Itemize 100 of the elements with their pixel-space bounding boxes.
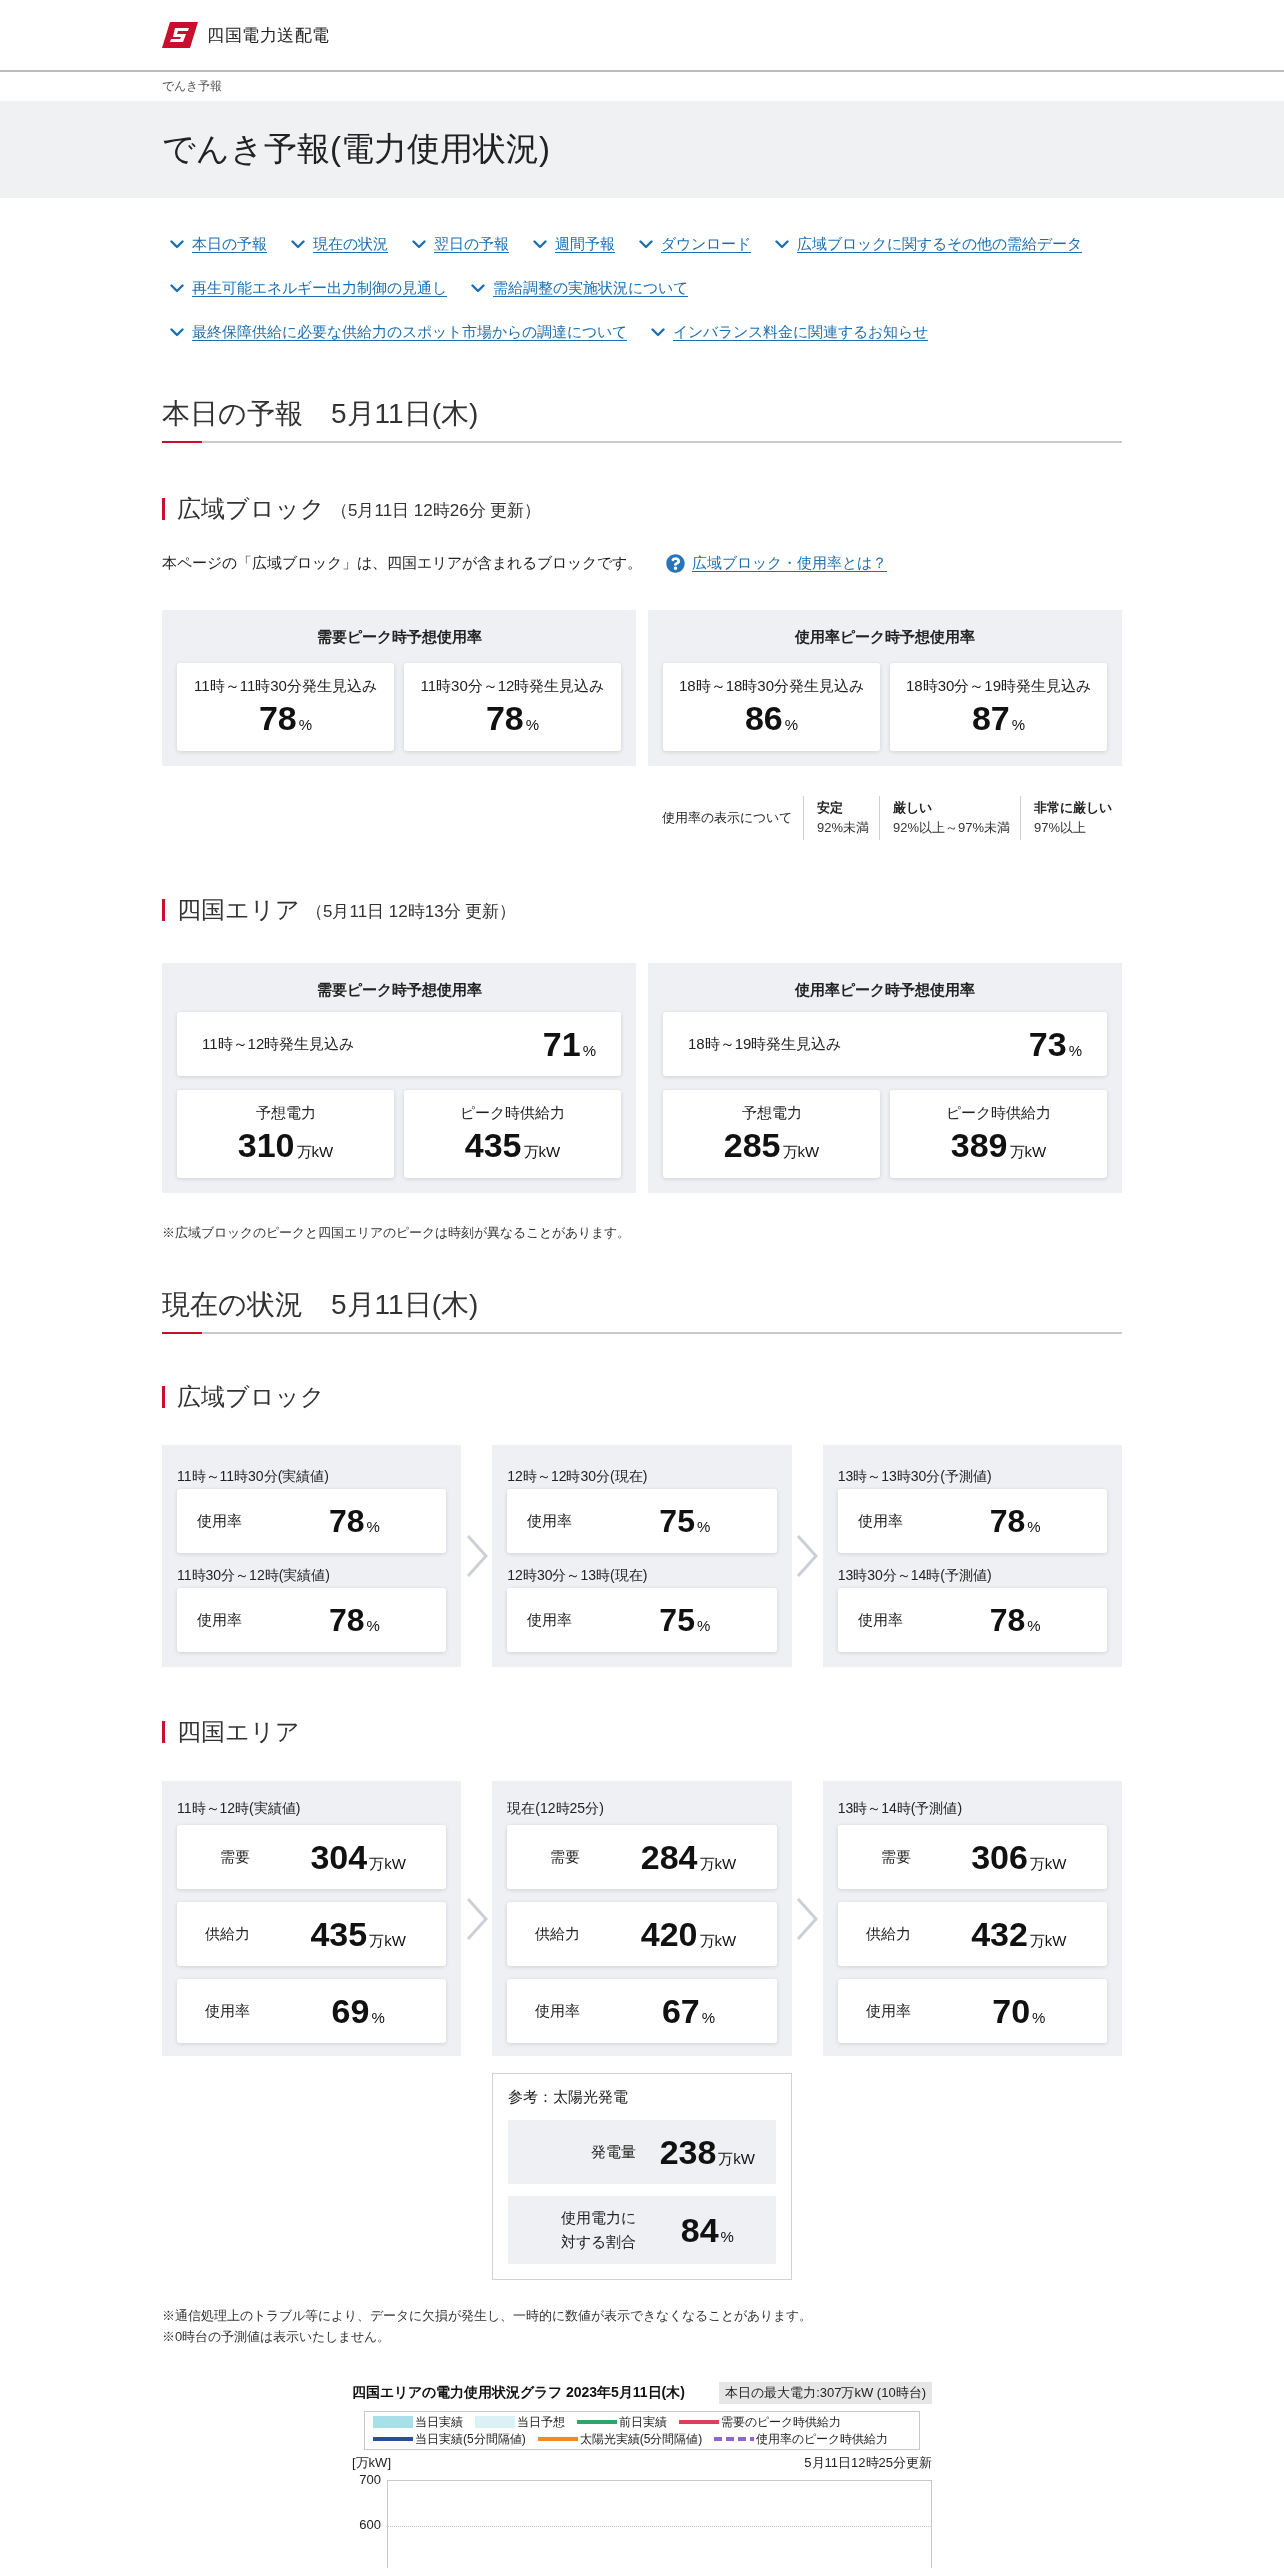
card-label: 供給力 [865,1924,911,1944]
subsection-title: 四国エリア [177,895,300,925]
card-label: 使用率 [197,1610,243,1630]
heading-accent-bar [162,899,165,921]
card-label: ピーク時供給力 [946,1103,1051,1123]
legend-label: 当日実績(5分間隔値) [415,2431,526,2447]
level-name: 厳しい [892,799,933,817]
section-title: 現在の状況 5月11日(木) [162,1285,1122,1334]
subsection-title: 広域ブロック [177,1382,325,1412]
metric-value: 69% [331,1990,385,2032]
anchor-link[interactable]: 需給調整の実施状況について [471,277,688,299]
card-label: 18時30分～19時発生見込み [905,676,1092,696]
logo-text[interactable]: 四国電力送配電 [207,23,330,47]
anchor-link[interactable]: 週間予報 [533,233,615,255]
legend-label: 前日実績 [619,2414,667,2430]
card-label: 予想電力 [741,1103,802,1123]
help-icon [666,553,685,573]
panel-title: 使用率ピーク時予想使用率 [795,627,975,647]
anchor-link[interactable]: 再生可能エネルギー出力制御の見通し [170,277,447,299]
level-range: 97%以上 [1034,819,1088,837]
card-label: 予想電力 [255,1103,316,1123]
period-label: 11時30分～12時(実績値) [177,1566,330,1585]
metric-value: 306万kW [971,1836,1067,1878]
metric-value: 238万kW [659,2131,756,2173]
anchor-link[interactable]: 翌日の予報 [412,233,509,255]
level-name: 安定 [816,799,844,817]
update-time: （5月11日 12時26分 更新） [331,499,542,522]
card-label: 発電量 [591,2142,637,2162]
update-time: （5月11日 12時13分 更新） [306,900,517,923]
metric-value: 87% [971,698,1026,739]
subsection-title: 広域ブロック [177,494,325,524]
anchor-link[interactable]: 広域ブロックに関するその他の需給データ [775,233,1082,255]
footnote: ※広域ブロックのピークと四国エリアのピークは時刻が異なることがあります。 [162,1224,630,1242]
card-label: 11時30分～12時発生見込み [420,676,605,696]
card-label: 供給力 [535,1924,581,1944]
card-label: 使用率 [205,2001,250,2021]
metric-value: 435万kW [464,1125,561,1166]
metric-value: 435万kW [310,1913,406,1955]
anchor-link[interactable]: ダウンロード [639,233,751,255]
card-label: 使用率 [197,1511,243,1531]
metric-value: 304万kW [310,1836,406,1878]
chevron-down-icon [639,239,653,249]
card-label: 11時～11時30分発生見込み [194,676,377,696]
heading-accent-bar [162,1386,165,1408]
metric-value: 73% [1028,1023,1082,1065]
metric-value: 78% [329,1600,381,1640]
metric-value: 75% [659,1600,712,1640]
period-label: 12時～12時30分(現在) [507,1467,648,1486]
card-label: 需要 [880,1847,911,1867]
metric-value: 84% [680,2209,734,2251]
level-name: 非常に厳しい [1034,799,1112,817]
chevron-right-icon [465,1896,488,1941]
metric-value: 78% [989,1600,1042,1640]
chevron-right-icon [796,1896,819,1941]
section-title: 本日の予報 5月11日(木) [162,394,1122,443]
legend-label: 当日実績 [415,2414,463,2430]
metric-value: 70% [992,1990,1046,2032]
metric-value: 78% [485,698,540,739]
card-label: ピーク時供給力 [460,1103,565,1123]
chevron-down-icon [291,239,305,249]
description-text: 本ページの「広域ブロック」は、四国エリアが含まれるブロックです。 [162,553,642,573]
chevron-right-icon [796,1534,819,1578]
y-tick-label: 600 [359,2518,381,2532]
chevron-down-icon [651,327,665,337]
card-label: 供給力 [205,1924,250,1944]
period-label: 11時～11時30分(実績値) [177,1467,329,1486]
metric-value: 75% [659,1501,712,1541]
chevron-down-icon [170,239,184,249]
period-label: 現在(12時25分) [507,1799,604,1818]
period-label: 13時～13時30分(予測値) [837,1467,992,1486]
chevron-right-icon [465,1534,488,1578]
period-label: 11時～12時(実績値) [177,1799,301,1818]
card-label: 使用率 [535,2001,581,2021]
chevron-down-icon [533,239,547,249]
y-tick-label: 700 [359,2473,381,2487]
metric-value: 432万kW [971,1913,1067,1955]
period-label: 13時30分～14時(予測値) [837,1566,992,1585]
anchor-link[interactable]: 現在の状況 [291,233,388,255]
anchor-link[interactable]: 本日の予報 [170,233,267,255]
card-label: 18時～19時発生見込み [688,1034,842,1054]
help-link[interactable]: 広域ブロック・使用率とは？ [666,551,887,575]
legend-label: 需要のピーク時供給力 [721,2414,841,2430]
anchor-link[interactable]: インバランス料金に関連するお知らせ [651,321,928,343]
card-label: 使用率 [527,1511,574,1531]
metric-value: 78% [989,1501,1042,1541]
metric-value: 285万kW [723,1125,820,1166]
logo-mark-icon [162,22,198,48]
card-label: 需要 [550,1847,581,1867]
footnote: ※通信処理上のトラブル等により、データに欠損が発生し、一時的に数値が表示できなくなることがあります。 [162,2307,812,2325]
metric-value: 86% [744,698,799,739]
card-label: 需要 [220,1847,250,1867]
heading-accent-bar [162,1721,165,1743]
anchor-link[interactable]: 最終保障供給に必要な供給力のスポット市場からの調達について [170,321,627,343]
chevron-down-icon [170,327,184,337]
heading-accent-bar [162,498,165,520]
level-range: 92%以上～97%未満 [892,819,1010,837]
panel-title: 使用率ピーク時予想使用率 [795,980,975,1000]
breadcrumb-link[interactable]: でんき予報 [162,78,222,95]
legend-caption: 使用率の表示について [661,809,792,827]
metric-value: 78% [258,698,313,739]
